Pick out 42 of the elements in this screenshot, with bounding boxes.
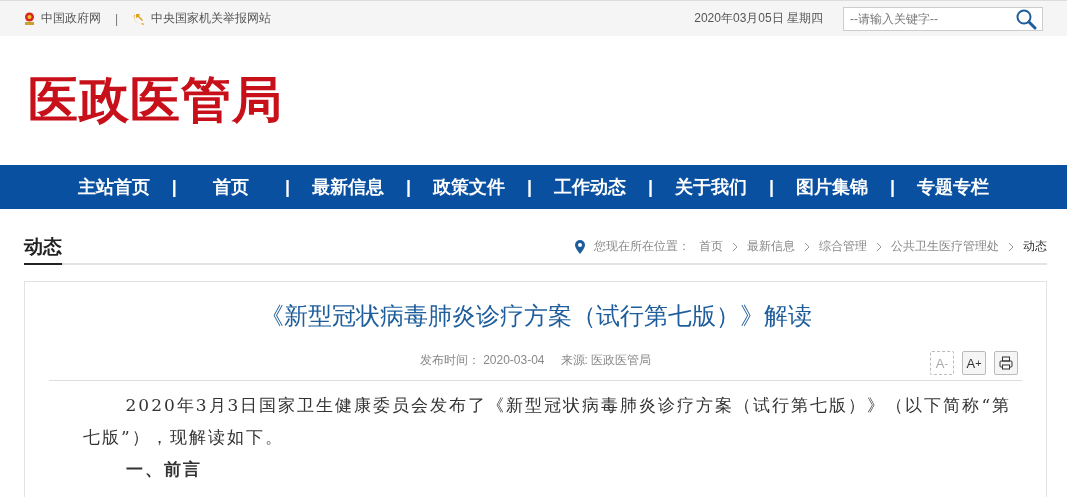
publish-time: 发布时间： 2020-03-04 xyxy=(419,351,545,369)
chevron-icon xyxy=(1008,241,1014,252)
separator: | xyxy=(115,11,119,26)
article-heading: 一、前言 xyxy=(124,458,203,481)
print-button[interactable] xyxy=(994,351,1018,375)
top-link[interactable]: 中央国家机关举报网站 xyxy=(151,10,272,27)
nav-link[interactable]: 工作动态 xyxy=(538,175,642,199)
breadcrumb-link[interactable]: 最新信息 xyxy=(747,238,795,255)
breadcrumb-link[interactable]: 综合管理 xyxy=(819,238,867,255)
date-text: 2020年03月05日 星期四 xyxy=(694,10,823,27)
separator: | xyxy=(404,176,412,198)
top-link[interactable]: 中国政府网 xyxy=(41,10,101,27)
nav-link[interactable]: 主站首页 xyxy=(61,175,166,199)
site-logo: 医政医管局 xyxy=(28,70,283,131)
search-field[interactable]: --请输入关键字-- xyxy=(843,6,1043,31)
source-text: 来源: 医政医管局 xyxy=(560,351,652,369)
breadcrumb-link[interactable]: 公共卫生医疗管理处 xyxy=(891,238,999,255)
article-paragraph: 2020年3月3日国家卫生健康委员会发布了《新型冠状病毒肺炎诊疗方案（试行第七版）》（以下简称“第七版”），现解读如下。 xyxy=(83,394,1013,449)
breadcrumb-link[interactable]: 首页 xyxy=(699,238,723,255)
nav-link[interactable]: 关于我们 xyxy=(659,175,764,199)
separator: | xyxy=(647,176,655,198)
nav-link[interactable]: 图片集锦 xyxy=(780,175,885,199)
emblem-icon xyxy=(24,12,35,25)
separator: | xyxy=(768,176,776,198)
printer-icon xyxy=(999,356,1013,370)
separator: | xyxy=(170,176,178,198)
article-title: 《新型冠状病毒肺炎诊疗方案（试行第七版）》解读 xyxy=(258,301,813,331)
separator: | xyxy=(889,176,897,198)
location-pin-icon xyxy=(575,239,585,254)
breadcrumb-label: 您现在所在位置： xyxy=(594,238,690,255)
chevron-icon xyxy=(804,241,810,252)
search-icon[interactable] xyxy=(1015,7,1037,30)
section-title: 动态 xyxy=(24,234,62,265)
chevron-icon xyxy=(732,241,738,252)
nav-link[interactable]: 政策文件 xyxy=(416,175,521,199)
nav-link[interactable]: 最新信息 xyxy=(295,175,400,199)
breadcrumb-link[interactable]: 动态 xyxy=(1023,238,1047,255)
nav-link[interactable]: 首页 xyxy=(182,175,279,199)
separator: | xyxy=(525,176,533,198)
separator: | xyxy=(283,176,291,198)
nav-link[interactable]: 专题专栏 xyxy=(901,175,1006,199)
chevron-icon xyxy=(876,241,882,252)
